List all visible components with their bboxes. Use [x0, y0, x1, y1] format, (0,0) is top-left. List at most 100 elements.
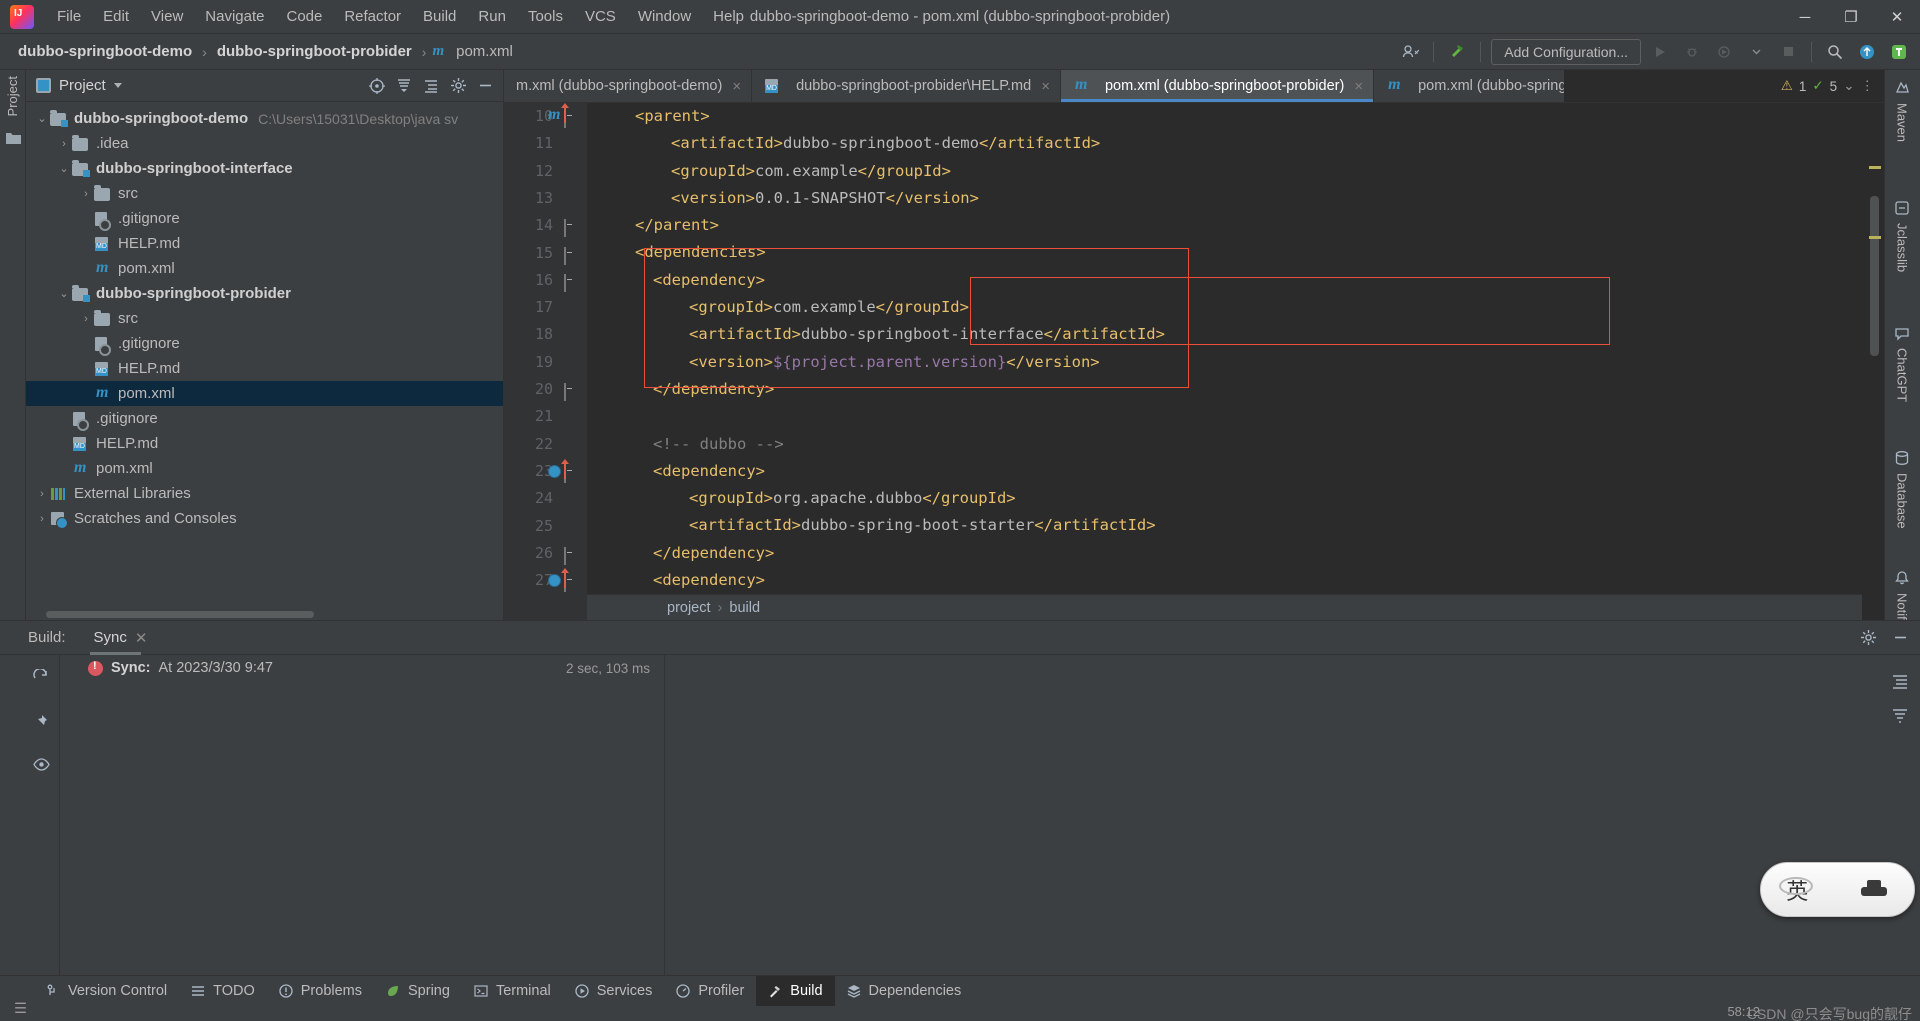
gutter-line-18[interactable]: 18: [504, 321, 587, 348]
menu-help[interactable]: Help: [702, 4, 755, 29]
editor-gutter[interactable]: 10 m 11 12 13 14 15 16 17 18 19 20 21 22 23 24 25 26 27: [504, 103, 587, 620]
chevron-right-icon[interactable]: ›: [34, 513, 50, 525]
status-tab-spring[interactable]: Spring: [374, 976, 462, 1006]
status-tab-profiler[interactable]: Profiler: [664, 976, 756, 1006]
breadcrumb-build-tag[interactable]: build: [729, 600, 760, 616]
menu-vcs[interactable]: VCS: [574, 4, 627, 29]
build-sync-result-row[interactable]: Sync: At 2023/3/30 9:47 2 sec, 103 ms: [60, 655, 664, 681]
chevron-right-icon[interactable]: ›: [78, 313, 94, 325]
rail-jclasslib[interactable]: Jclasslib: [1886, 200, 1918, 272]
gutter-line-21[interactable]: 21: [504, 403, 587, 430]
tree-item-dubbo-springboot-probider[interactable]: ⌄ dubbo-springboot-probider: [26, 281, 503, 306]
tree-item-src[interactable]: › src: [26, 306, 503, 331]
chevron-down-icon[interactable]: ⌄: [34, 112, 50, 125]
code-fold-icon[interactable]: [564, 383, 575, 401]
tree-item-pom-xml[interactable]: m pom.xml: [26, 256, 503, 281]
code-text[interactable]: <parent> <artifactId>dubbo-springboot-dem…: [587, 103, 1862, 594]
close-icon[interactable]: ×: [1354, 78, 1363, 95]
eye-icon[interactable]: [30, 753, 52, 775]
tree-item--gitignore[interactable]: .gitignore: [26, 406, 503, 431]
build-sync-tab[interactable]: Sync ✕: [89, 621, 152, 655]
target-icon[interactable]: [365, 74, 389, 98]
rail-maven[interactable]: Maven: [1886, 80, 1918, 142]
tree-item-dubbo-springboot-interface[interactable]: ⌄ dubbo-springboot-interface: [26, 156, 503, 181]
hide-panel-icon[interactable]: [473, 74, 497, 98]
expand-all-icon[interactable]: [1888, 669, 1912, 693]
tree-item--gitignore[interactable]: .gitignore: [26, 206, 503, 231]
close-icon[interactable]: ✕: [135, 629, 148, 647]
layout-icon[interactable]: ☰: [14, 1001, 27, 1017]
menu-tools[interactable]: Tools: [517, 4, 574, 29]
tree-item-src[interactable]: › src: [26, 181, 503, 206]
update-icon[interactable]: [1854, 39, 1880, 65]
gutter-line-26[interactable]: 26: [504, 540, 587, 567]
code-fold-icon[interactable]: [564, 273, 575, 292]
add-configuration-button[interactable]: Add Configuration...: [1491, 38, 1641, 65]
menu-window[interactable]: Window: [627, 4, 702, 29]
ide-icon[interactable]: [1886, 39, 1912, 65]
gutter-line-14[interactable]: 14: [504, 212, 587, 239]
gutter-line-20[interactable]: 20: [504, 376, 587, 403]
status-tab-problems[interactable]: Problems: [267, 976, 374, 1006]
status-tab-terminal[interactable]: Terminal: [462, 976, 563, 1006]
hammer-icon[interactable]: [1444, 39, 1470, 65]
gutter-line-24[interactable]: 24: [504, 485, 587, 512]
collapse-all-icon[interactable]: [392, 74, 416, 98]
gutter-line-25[interactable]: 25: [504, 513, 587, 540]
settings-icon[interactable]: [446, 74, 470, 98]
tree-item-scratches-and-consoles[interactable]: › Scratches and Consoles: [26, 506, 503, 531]
run-icon[interactable]: [1647, 39, 1673, 65]
gutter-line-15[interactable]: 15: [504, 240, 587, 267]
tree-item-help-md[interactable]: HELP.md: [26, 231, 503, 256]
project-file-tree[interactable]: ⌄ dubbo-springboot-demo C:\Users\15031\Des…: [26, 102, 503, 608]
tool-window-tabs[interactable]: Version Control TODO Problems Spring Termina…: [0, 976, 1920, 1006]
rail-project-label[interactable]: Project: [5, 76, 20, 116]
settings-icon[interactable]: [1856, 626, 1880, 650]
breadcrumb-project-tag[interactable]: project: [667, 600, 711, 616]
gutter-line-11[interactable]: 11: [504, 130, 587, 157]
more-options-icon[interactable]: ⋮: [1861, 78, 1875, 94]
gutter-line-13[interactable]: 13: [504, 185, 587, 212]
menu-bar[interactable]: File Edit View Navigate Code Refactor Bu…: [46, 4, 755, 29]
code-fold-icon[interactable]: [564, 219, 575, 238]
code-fold-icon[interactable]: [564, 246, 575, 265]
build-results-tree[interactable]: Sync: At 2023/3/30 9:47 2 sec, 103 ms: [60, 655, 665, 975]
breadcrumb-file[interactable]: pom.xml: [452, 41, 517, 62]
breadcrumb-module[interactable]: dubbo-springboot-probider: [213, 41, 416, 62]
editor-scrollbar[interactable]: [1862, 136, 1884, 620]
breadcrumb[interactable]: dubbo-springboot-demo › dubbo-springboot…: [14, 41, 517, 62]
debug-icon[interactable]: [1679, 39, 1705, 65]
inspection-widget[interactable]: ⚠ 1 ✓ 5 ⌄ ⋮: [1564, 70, 1884, 102]
filter-icon[interactable]: [1888, 703, 1912, 727]
status-tab-todo[interactable]: TODO: [179, 976, 267, 1006]
editor-breadcrumb[interactable]: project › build: [587, 594, 1862, 620]
menu-edit[interactable]: Edit: [92, 4, 140, 29]
expand-icon[interactable]: [419, 74, 443, 98]
close-icon[interactable]: ×: [732, 78, 741, 95]
menu-view[interactable]: View: [140, 4, 194, 29]
breakpoint-icon[interactable]: [548, 464, 561, 478]
search-icon[interactable]: [1822, 39, 1848, 65]
gutter-line-19[interactable]: 19: [504, 349, 587, 376]
gutter-line-23[interactable]: 23: [504, 458, 587, 485]
status-tab-services[interactable]: Services: [563, 976, 665, 1006]
rail-database[interactable]: Database: [1886, 450, 1918, 529]
gutter-line-22[interactable]: 22: [504, 431, 587, 458]
close-button[interactable]: ✕: [1874, 0, 1920, 34]
tree-item-help-md[interactable]: HELP.md: [26, 431, 503, 456]
hide-panel-icon[interactable]: [1888, 626, 1912, 650]
code-fold-icon[interactable]: [564, 546, 575, 565]
project-tree-hscrollbar[interactable]: [46, 611, 314, 618]
menu-refactor[interactable]: Refactor: [333, 4, 412, 29]
tree-item-dubbo-springboot-demo[interactable]: ⌄ dubbo-springboot-demo C:\Users\15031\Des…: [26, 106, 503, 131]
run-coverage-icon[interactable]: [1711, 39, 1737, 65]
breakpoint-icon[interactable]: [548, 574, 561, 588]
menu-run[interactable]: Run: [467, 4, 517, 29]
menu-code[interactable]: Code: [275, 4, 333, 29]
close-icon[interactable]: ×: [1041, 78, 1050, 95]
menu-build[interactable]: Build: [412, 4, 467, 29]
chevron-down-icon[interactable]: ⌄: [1843, 78, 1854, 94]
chevron-right-icon[interactable]: ›: [34, 488, 50, 500]
gutter-line-27[interactable]: 27: [504, 567, 587, 594]
ime-popup[interactable]: 英: [1760, 862, 1915, 917]
